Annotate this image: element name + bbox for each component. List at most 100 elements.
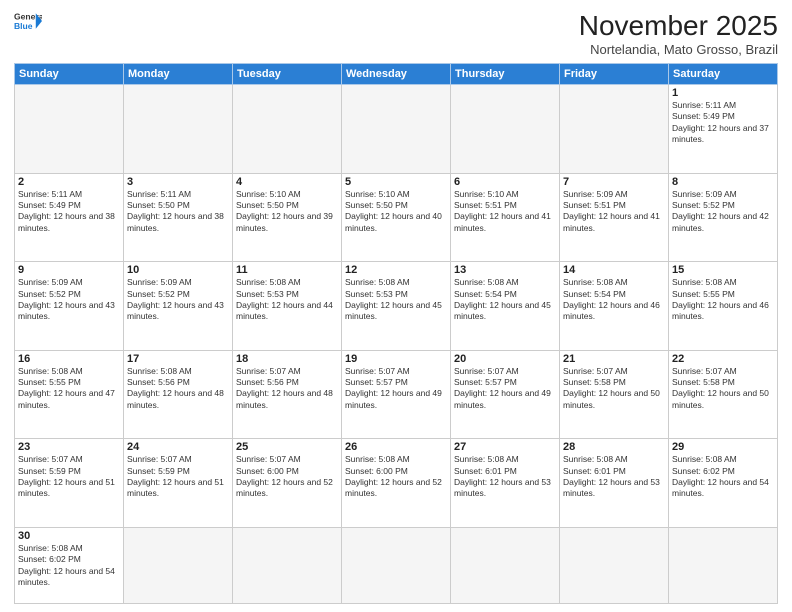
calendar-cell: 27Sunrise: 5:08 AMSunset: 6:01 PMDayligh…	[451, 439, 560, 528]
day-number: 11	[236, 264, 338, 276]
logo: General Blue	[14, 10, 42, 32]
col-header-wednesday: Wednesday	[342, 64, 451, 85]
day-number: 17	[127, 353, 229, 365]
col-header-sunday: Sunday	[15, 64, 124, 85]
day-number: 18	[236, 353, 338, 365]
calendar-cell	[560, 85, 669, 174]
day-number: 13	[454, 264, 556, 276]
cell-info: Sunrise: 5:10 AMSunset: 5:50 PMDaylight:…	[236, 189, 338, 235]
header: General Blue November 2025 Nortelandia, …	[14, 10, 778, 57]
calendar-cell	[451, 527, 560, 603]
cell-info: Sunrise: 5:09 AMSunset: 5:51 PMDaylight:…	[563, 189, 665, 235]
cell-info: Sunrise: 5:08 AMSunset: 6:00 PMDaylight:…	[345, 454, 447, 500]
day-number: 25	[236, 441, 338, 453]
week-row-0: 1Sunrise: 5:11 AMSunset: 5:49 PMDaylight…	[15, 85, 778, 174]
day-number: 4	[236, 176, 338, 188]
month-title: November 2025	[579, 10, 778, 42]
day-number: 14	[563, 264, 665, 276]
cell-info: Sunrise: 5:08 AMSunset: 6:02 PMDaylight:…	[672, 454, 774, 500]
cell-info: Sunrise: 5:08 AMSunset: 5:54 PMDaylight:…	[563, 277, 665, 323]
cell-info: Sunrise: 5:08 AMSunset: 6:02 PMDaylight:…	[18, 543, 120, 589]
cell-info: Sunrise: 5:07 AMSunset: 6:00 PMDaylight:…	[236, 454, 338, 500]
cell-info: Sunrise: 5:09 AMSunset: 5:52 PMDaylight:…	[127, 277, 229, 323]
day-number: 23	[18, 441, 120, 453]
day-number: 29	[672, 441, 774, 453]
day-number: 24	[127, 441, 229, 453]
calendar-cell: 19Sunrise: 5:07 AMSunset: 5:57 PMDayligh…	[342, 350, 451, 439]
cell-info: Sunrise: 5:09 AMSunset: 5:52 PMDaylight:…	[672, 189, 774, 235]
col-header-tuesday: Tuesday	[233, 64, 342, 85]
calendar-cell	[124, 527, 233, 603]
calendar-cell: 9Sunrise: 5:09 AMSunset: 5:52 PMDaylight…	[15, 262, 124, 351]
day-number: 9	[18, 264, 120, 276]
calendar-header-row: SundayMondayTuesdayWednesdayThursdayFrid…	[15, 64, 778, 85]
calendar-cell: 25Sunrise: 5:07 AMSunset: 6:00 PMDayligh…	[233, 439, 342, 528]
calendar-cell: 13Sunrise: 5:08 AMSunset: 5:54 PMDayligh…	[451, 262, 560, 351]
day-number: 30	[18, 530, 120, 542]
cell-info: Sunrise: 5:10 AMSunset: 5:50 PMDaylight:…	[345, 189, 447, 235]
week-row-2: 9Sunrise: 5:09 AMSunset: 5:52 PMDaylight…	[15, 262, 778, 351]
cell-info: Sunrise: 5:08 AMSunset: 6:01 PMDaylight:…	[454, 454, 556, 500]
week-row-1: 2Sunrise: 5:11 AMSunset: 5:49 PMDaylight…	[15, 173, 778, 262]
day-number: 5	[345, 176, 447, 188]
calendar-cell	[669, 527, 778, 603]
day-number: 6	[454, 176, 556, 188]
cell-info: Sunrise: 5:08 AMSunset: 5:53 PMDaylight:…	[345, 277, 447, 323]
day-number: 27	[454, 441, 556, 453]
col-header-saturday: Saturday	[669, 64, 778, 85]
calendar-cell: 23Sunrise: 5:07 AMSunset: 5:59 PMDayligh…	[15, 439, 124, 528]
calendar-cell: 28Sunrise: 5:08 AMSunset: 6:01 PMDayligh…	[560, 439, 669, 528]
calendar-cell: 21Sunrise: 5:07 AMSunset: 5:58 PMDayligh…	[560, 350, 669, 439]
cell-info: Sunrise: 5:11 AMSunset: 5:49 PMDaylight:…	[18, 189, 120, 235]
calendar-cell: 20Sunrise: 5:07 AMSunset: 5:57 PMDayligh…	[451, 350, 560, 439]
day-number: 8	[672, 176, 774, 188]
day-number: 26	[345, 441, 447, 453]
cell-info: Sunrise: 5:07 AMSunset: 5:58 PMDaylight:…	[563, 366, 665, 412]
cell-info: Sunrise: 5:08 AMSunset: 5:54 PMDaylight:…	[454, 277, 556, 323]
calendar-cell: 18Sunrise: 5:07 AMSunset: 5:56 PMDayligh…	[233, 350, 342, 439]
day-number: 28	[563, 441, 665, 453]
col-header-thursday: Thursday	[451, 64, 560, 85]
week-row-3: 16Sunrise: 5:08 AMSunset: 5:55 PMDayligh…	[15, 350, 778, 439]
calendar-cell	[233, 527, 342, 603]
cell-info: Sunrise: 5:08 AMSunset: 6:01 PMDaylight:…	[563, 454, 665, 500]
day-number: 3	[127, 176, 229, 188]
week-row-5: 30Sunrise: 5:08 AMSunset: 6:02 PMDayligh…	[15, 527, 778, 603]
calendar-cell: 14Sunrise: 5:08 AMSunset: 5:54 PMDayligh…	[560, 262, 669, 351]
calendar-table: SundayMondayTuesdayWednesdayThursdayFrid…	[14, 63, 778, 604]
day-number: 21	[563, 353, 665, 365]
day-number: 19	[345, 353, 447, 365]
cell-info: Sunrise: 5:08 AMSunset: 5:53 PMDaylight:…	[236, 277, 338, 323]
generalblue-logo-icon: General Blue	[14, 10, 42, 32]
calendar-cell: 3Sunrise: 5:11 AMSunset: 5:50 PMDaylight…	[124, 173, 233, 262]
calendar-cell: 16Sunrise: 5:08 AMSunset: 5:55 PMDayligh…	[15, 350, 124, 439]
day-number: 10	[127, 264, 229, 276]
calendar-cell: 17Sunrise: 5:08 AMSunset: 5:56 PMDayligh…	[124, 350, 233, 439]
day-number: 16	[18, 353, 120, 365]
cell-info: Sunrise: 5:07 AMSunset: 5:59 PMDaylight:…	[127, 454, 229, 500]
cell-info: Sunrise: 5:07 AMSunset: 5:59 PMDaylight:…	[18, 454, 120, 500]
calendar-cell: 5Sunrise: 5:10 AMSunset: 5:50 PMDaylight…	[342, 173, 451, 262]
calendar-cell: 12Sunrise: 5:08 AMSunset: 5:53 PMDayligh…	[342, 262, 451, 351]
day-number: 2	[18, 176, 120, 188]
page: General Blue November 2025 Nortelandia, …	[0, 0, 792, 612]
calendar-cell: 11Sunrise: 5:08 AMSunset: 5:53 PMDayligh…	[233, 262, 342, 351]
day-number: 1	[672, 87, 774, 99]
cell-info: Sunrise: 5:07 AMSunset: 5:58 PMDaylight:…	[672, 366, 774, 412]
calendar-cell: 30Sunrise: 5:08 AMSunset: 6:02 PMDayligh…	[15, 527, 124, 603]
calendar-cell	[451, 85, 560, 174]
calendar-cell: 8Sunrise: 5:09 AMSunset: 5:52 PMDaylight…	[669, 173, 778, 262]
day-number: 22	[672, 353, 774, 365]
calendar-cell	[560, 527, 669, 603]
cell-info: Sunrise: 5:09 AMSunset: 5:52 PMDaylight:…	[18, 277, 120, 323]
col-header-monday: Monday	[124, 64, 233, 85]
calendar-cell: 29Sunrise: 5:08 AMSunset: 6:02 PMDayligh…	[669, 439, 778, 528]
calendar-cell: 1Sunrise: 5:11 AMSunset: 5:49 PMDaylight…	[669, 85, 778, 174]
calendar-cell: 4Sunrise: 5:10 AMSunset: 5:50 PMDaylight…	[233, 173, 342, 262]
cell-info: Sunrise: 5:11 AMSunset: 5:49 PMDaylight:…	[672, 100, 774, 146]
cell-info: Sunrise: 5:08 AMSunset: 5:55 PMDaylight:…	[18, 366, 120, 412]
title-block: November 2025 Nortelandia, Mato Grosso, …	[579, 10, 778, 57]
cell-info: Sunrise: 5:08 AMSunset: 5:56 PMDaylight:…	[127, 366, 229, 412]
calendar-cell	[233, 85, 342, 174]
calendar-cell: 22Sunrise: 5:07 AMSunset: 5:58 PMDayligh…	[669, 350, 778, 439]
